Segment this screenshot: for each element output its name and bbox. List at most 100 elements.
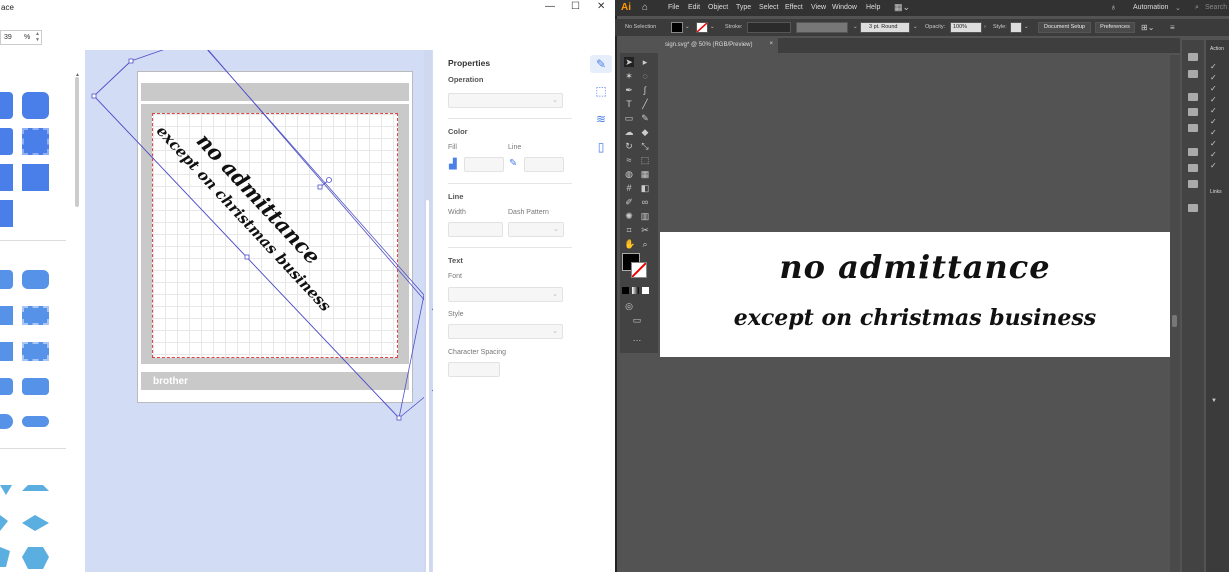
shape-polygons[interactable] bbox=[0, 477, 66, 572]
shape-square-small-b[interactable] bbox=[0, 342, 13, 361]
action-check-icon[interactable]: ✓ bbox=[1210, 161, 1217, 170]
menu-window[interactable]: Window bbox=[832, 4, 857, 11]
actions-tab[interactable]: Action bbox=[1210, 46, 1224, 52]
line-color-box[interactable] bbox=[524, 157, 564, 172]
shape-rounded-square[interactable] bbox=[22, 92, 49, 119]
maximize-button[interactable]: ☐ bbox=[571, 1, 580, 12]
curvature-icon[interactable]: ∫ bbox=[640, 85, 650, 95]
graph-tool-icon[interactable]: ▥ bbox=[640, 211, 650, 221]
fill-bucket-icon[interactable]: ▟ bbox=[449, 159, 457, 170]
shape-pill[interactable] bbox=[22, 416, 49, 427]
scale-icon[interactable]: ⤡ bbox=[640, 141, 650, 151]
properties-panel-icon[interactable] bbox=[1188, 53, 1198, 61]
style-select[interactable]: ⌄ bbox=[448, 324, 563, 339]
shape-rect-c[interactable] bbox=[0, 200, 13, 227]
hand-tool-icon[interactable]: ✋ bbox=[624, 239, 635, 249]
stroke-color-icon[interactable] bbox=[631, 262, 647, 278]
shape-pill-small[interactable] bbox=[0, 414, 13, 429]
action-check-icon[interactable]: ✓ bbox=[1210, 95, 1217, 104]
brushes-icon[interactable] bbox=[1188, 124, 1198, 132]
line-tool-icon[interactable]: ╱ bbox=[640, 99, 650, 109]
swatches-icon[interactable] bbox=[1188, 108, 1198, 116]
warp-icon[interactable]: ≈ bbox=[624, 155, 634, 165]
brush-chevron-icon[interactable]: ⌄ bbox=[913, 22, 918, 33]
shape-builder-icon[interactable]: ◍ bbox=[624, 169, 634, 179]
dash-pattern-select[interactable]: ⌄ bbox=[508, 222, 564, 237]
color-mode-icon[interactable] bbox=[622, 287, 629, 294]
document-tab[interactable]: sign.svg* @ 50% (RGB/Preview) × bbox=[660, 38, 778, 53]
shape-rect-b[interactable] bbox=[0, 164, 13, 191]
operation-select[interactable]: ⌄ bbox=[448, 93, 563, 108]
artboard-text-line2[interactable]: except on christmas business bbox=[660, 305, 1170, 331]
graphic-style-swatch[interactable] bbox=[1010, 22, 1022, 33]
workspace-chevron-icon[interactable]: ⌄ bbox=[1175, 4, 1181, 12]
menu-file[interactable]: File bbox=[668, 4, 679, 11]
stroke-weight-field[interactable] bbox=[747, 22, 791, 33]
variable-width-profile[interactable] bbox=[796, 22, 848, 33]
artboard[interactable]: no admittance except on christmas busine… bbox=[660, 232, 1170, 357]
shape-dashed-square[interactable] bbox=[22, 128, 49, 155]
type-tool-icon[interactable]: T bbox=[624, 99, 634, 109]
menu-select[interactable]: Select bbox=[759, 4, 778, 11]
action-check-icon[interactable]: ✓ bbox=[1210, 117, 1217, 126]
action-check-icon[interactable]: ✓ bbox=[1210, 150, 1217, 159]
search-icon[interactable]: ⌕ bbox=[1195, 4, 1199, 12]
rotate-icon[interactable]: ↻ bbox=[624, 141, 634, 151]
opacity-arrow-icon[interactable]: › bbox=[984, 22, 986, 33]
width-stepper[interactable] bbox=[448, 222, 503, 237]
layers-panel-icon[interactable] bbox=[1188, 93, 1198, 101]
control-menu-icon[interactable]: ≡ bbox=[1170, 22, 1175, 33]
align-icon[interactable]: ⊞⌄ bbox=[1141, 22, 1154, 33]
home-icon[interactable]: ⌂ bbox=[642, 2, 648, 13]
menu-edit[interactable]: Edit bbox=[688, 4, 700, 11]
close-button[interactable]: ✕ bbox=[597, 1, 605, 12]
close-tab-icon[interactable]: × bbox=[769, 41, 773, 47]
stroke-chevron-icon[interactable]: ⌄ bbox=[710, 22, 715, 33]
edit-brush-icon[interactable]: ✎ bbox=[594, 57, 608, 71]
action-check-icon[interactable]: ✓ bbox=[1210, 73, 1217, 82]
symbol-sprayer-icon[interactable]: ✺ bbox=[624, 211, 634, 221]
eyedropper-icon[interactable]: ✐ bbox=[624, 197, 634, 207]
shape-square[interactable] bbox=[22, 164, 49, 191]
vertical-scrollbar[interactable] bbox=[1170, 55, 1180, 572]
lasso-icon[interactable]: ◌ bbox=[640, 71, 650, 81]
shape-rounded-wide-b[interactable] bbox=[22, 378, 49, 395]
links-panel-icon[interactable] bbox=[1188, 204, 1198, 212]
palette-scrollbar[interactable] bbox=[75, 77, 79, 207]
paintbrush-icon[interactable]: ✎ bbox=[640, 113, 650, 123]
mesh-icon[interactable]: # bbox=[624, 183, 634, 193]
menu-object[interactable]: Object bbox=[708, 4, 728, 11]
pen-tool-icon[interactable]: ✒ bbox=[624, 85, 634, 95]
libraries-icon[interactable] bbox=[1188, 70, 1198, 78]
profile-chevron-icon[interactable]: ⌄ bbox=[853, 22, 858, 33]
search-field[interactable]: Search bbox=[1205, 4, 1227, 11]
preferences-button[interactable]: Preferences bbox=[1095, 22, 1135, 33]
lightbulb-icon[interactable]: ♁ bbox=[1110, 2, 1117, 12]
shape-rounded-small[interactable] bbox=[0, 270, 13, 289]
rectangle-tool-icon[interactable]: ▭ bbox=[624, 113, 634, 123]
action-check-icon[interactable]: ✓ bbox=[1210, 139, 1217, 148]
gradient-mode-icon[interactable] bbox=[632, 287, 639, 294]
style-chevron-icon[interactable]: ⌄ bbox=[1024, 22, 1029, 33]
screen-mode-icon[interactable]: ▭ bbox=[632, 315, 642, 325]
stroke-panel-icon[interactable] bbox=[1188, 148, 1198, 156]
menu-type[interactable]: Type bbox=[736, 4, 751, 11]
selection-tool-icon[interactable]: ➤ bbox=[624, 57, 634, 67]
menu-effect[interactable]: Effect bbox=[785, 4, 803, 11]
artboard-text-line1[interactable]: no admittance bbox=[660, 248, 1170, 286]
slice-tool-icon[interactable]: ✂ bbox=[640, 225, 650, 235]
gradient-icon[interactable]: ◧ bbox=[640, 183, 650, 193]
menu-view[interactable]: View bbox=[811, 4, 826, 11]
none-mode-icon[interactable] bbox=[642, 287, 649, 294]
eraser-icon[interactable]: ◆ bbox=[640, 127, 650, 137]
workspace-switcher[interactable]: Automation bbox=[1133, 4, 1168, 11]
opacity-field[interactable]: 100% bbox=[950, 22, 982, 33]
font-select[interactable]: ⌄ bbox=[448, 287, 563, 302]
magic-wand-icon[interactable]: ✶ bbox=[624, 71, 634, 81]
document-setup-button[interactable]: Document Setup bbox=[1038, 22, 1091, 33]
shape-rounded-small-b[interactable] bbox=[0, 378, 13, 395]
transform-icon[interactable]: ⬚ bbox=[594, 84, 608, 98]
more-tools-icon[interactable]: … bbox=[632, 333, 642, 343]
artboard-tool-icon[interactable]: ⌗ bbox=[624, 225, 634, 235]
menu-help[interactable]: Help bbox=[866, 4, 880, 11]
